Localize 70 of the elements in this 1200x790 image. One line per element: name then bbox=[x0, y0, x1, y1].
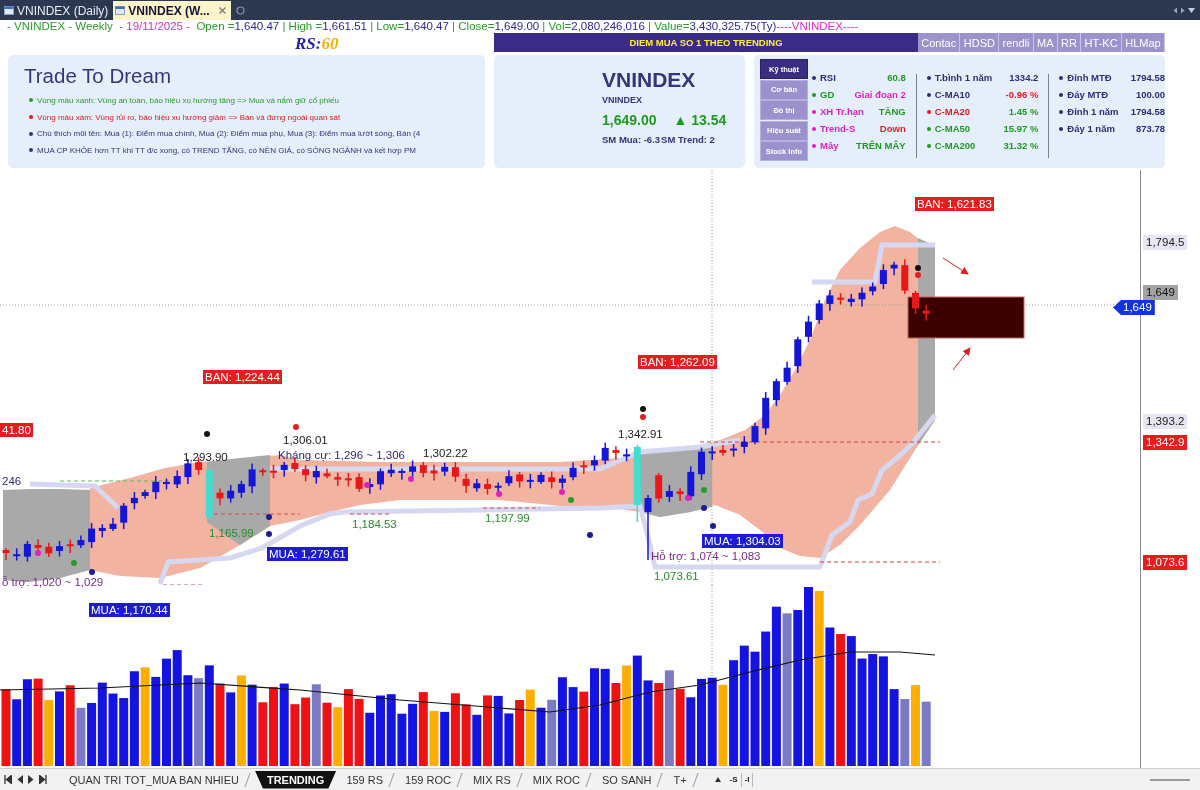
indicator-value: 60.8 bbox=[887, 72, 906, 83]
sheet-tool-button[interactable]: -S bbox=[726, 772, 742, 787]
indicator-label: C-MA50 bbox=[934, 123, 971, 134]
close-icon[interactable] bbox=[218, 7, 226, 14]
window-icon bbox=[4, 6, 14, 15]
window-icon bbox=[115, 6, 126, 15]
first-sheet-icon[interactable] bbox=[4, 775, 12, 784]
sheet-tab[interactable]: 159 RS bbox=[338, 770, 398, 789]
caret-icon[interactable] bbox=[1188, 7, 1195, 13]
triangle-icon[interactable] bbox=[714, 777, 721, 782]
sm-buy-text: SM Mua: -6.3 bbox=[602, 134, 661, 145]
note-text: Chú thích mũi tên: Mua (1): Điểm mua chính, Mua (2): Điểm mua phụ, Mua (3): Điểm mua lướt sóng, Bán (4 bbox=[37, 129, 421, 139]
last-price: 1,649.00 bbox=[602, 112, 657, 129]
indicator-value: 1794.58 bbox=[1130, 72, 1165, 83]
sheet-tab[interactable]: QUAN TRI TOT_MUA BAN NHIEU bbox=[61, 770, 253, 789]
previous-sheet-icon[interactable] bbox=[17, 775, 23, 784]
quote-info-line: - VNINDEX - Weekly - 19/11/2025 - Open =1,640.47 | High =1,661.51 | Low=1,640.47 | Close=1,649.00 | Vol=2,080,246,016 | Value=3,430,325.75(Ty)----VNINDEX---- bbox=[6, 20, 859, 33]
indicator-value: 1794.58 bbox=[1130, 106, 1165, 117]
close-price-tag: 1,649 bbox=[1143, 285, 1178, 300]
indicator-value: TĂNG bbox=[878, 106, 906, 117]
document-tab[interactable]: VNINDEX (W... bbox=[113, 1, 231, 20]
axis-price-label: 1,794.5 bbox=[1143, 235, 1188, 250]
sheet-tab[interactable]: MIX RS bbox=[464, 770, 525, 789]
last-sheet-icon[interactable] bbox=[39, 775, 47, 784]
sheet-tab[interactable]: 159 ROC bbox=[397, 770, 465, 789]
indicator-label: C-MA200 bbox=[934, 140, 976, 151]
scroll-arrows-icon[interactable] bbox=[1173, 6, 1185, 14]
indicator-label: XH Tr.hạn bbox=[820, 106, 864, 117]
rs-rating: RS:60 bbox=[295, 34, 339, 54]
indicator-label: C-MA20 bbox=[934, 106, 971, 117]
panel-title: Trade To Dream bbox=[24, 64, 171, 88]
indicator-value: Down bbox=[879, 123, 906, 134]
scrollbar-thumb[interactable] bbox=[1150, 778, 1190, 781]
indicator-label: Đáy 1 năm bbox=[1067, 123, 1115, 134]
sheet-tab[interactable]: SO SANH bbox=[593, 770, 666, 789]
indicator-value: 873.78 bbox=[1135, 123, 1165, 134]
ring-icon[interactable] bbox=[235, 6, 245, 15]
note-text: Vùng màu xanh: Vùng an toàn, báo hiệu xu hướng tăng => Mua và nắm giữ cổ phiếu bbox=[37, 95, 339, 105]
next-sheet-icon[interactable] bbox=[28, 775, 34, 784]
sm-trend-text: SM Trend: 2 bbox=[661, 134, 715, 145]
indicator-value: 31.32 % bbox=[1003, 140, 1039, 151]
symbol-name: VNINDEX bbox=[602, 94, 642, 106]
indicator-label: C-MA10 bbox=[934, 89, 971, 100]
indicator-label: RSI bbox=[820, 72, 836, 83]
indicator-label: Mây bbox=[820, 140, 839, 151]
note-text: MUA CP KHỎE hơn TT khi TT đ/c xong, có TREND TĂNG, có NỀN GIÁ, có SÓNG NGÀNH và kết hợp PM bbox=[37, 145, 416, 155]
note-text: Vùng màu xám: Vùng rủi ro, báo hiệu xu hướng giảm => Bán và đứng ngoài quan sát bbox=[37, 112, 341, 122]
indicator-label: T.bình 1 năm bbox=[934, 72, 993, 83]
indicator-label: Đỉnh 1 năm bbox=[1067, 106, 1119, 117]
sheet-tab[interactable]: T+ bbox=[665, 770, 701, 789]
document-tab[interactable]: VNINDEX (Daily) bbox=[2, 1, 114, 20]
indicator-value: 1334.2 bbox=[1009, 72, 1039, 83]
indicator-value: Giai đoạn 2 bbox=[854, 89, 906, 100]
indicator-label: Trend-S bbox=[820, 123, 856, 134]
indicator-value: TRÊN MÂY bbox=[856, 140, 906, 151]
axis-price-label: 1,393.2 bbox=[1143, 414, 1188, 429]
trend-banner: DIEM MUA SO 1 THEO TRENDING bbox=[494, 33, 918, 52]
price-level-tag: 1,342.9 bbox=[1143, 435, 1188, 450]
indicator-label: Đỉnh MTĐ bbox=[1067, 72, 1112, 83]
symbol-title: VNINDEX bbox=[602, 68, 696, 92]
sheet-tab[interactable]: MIX ROC bbox=[524, 770, 594, 789]
indicator-value: 1.45 % bbox=[1008, 106, 1039, 117]
indicator-label: GD bbox=[820, 89, 835, 100]
indicator-value: -0.96 % bbox=[1005, 89, 1039, 100]
indicator-value: 100.00 bbox=[1135, 89, 1165, 100]
sheet-tab[interactable]: TRENDING bbox=[254, 770, 337, 789]
price-change: ▲ 13.54 bbox=[673, 112, 727, 129]
indicator-value: 15.97 % bbox=[1003, 123, 1039, 134]
indicator-label: Đáy MTĐ bbox=[1067, 89, 1108, 100]
price-level-tag: 1,073.6 bbox=[1143, 555, 1188, 570]
